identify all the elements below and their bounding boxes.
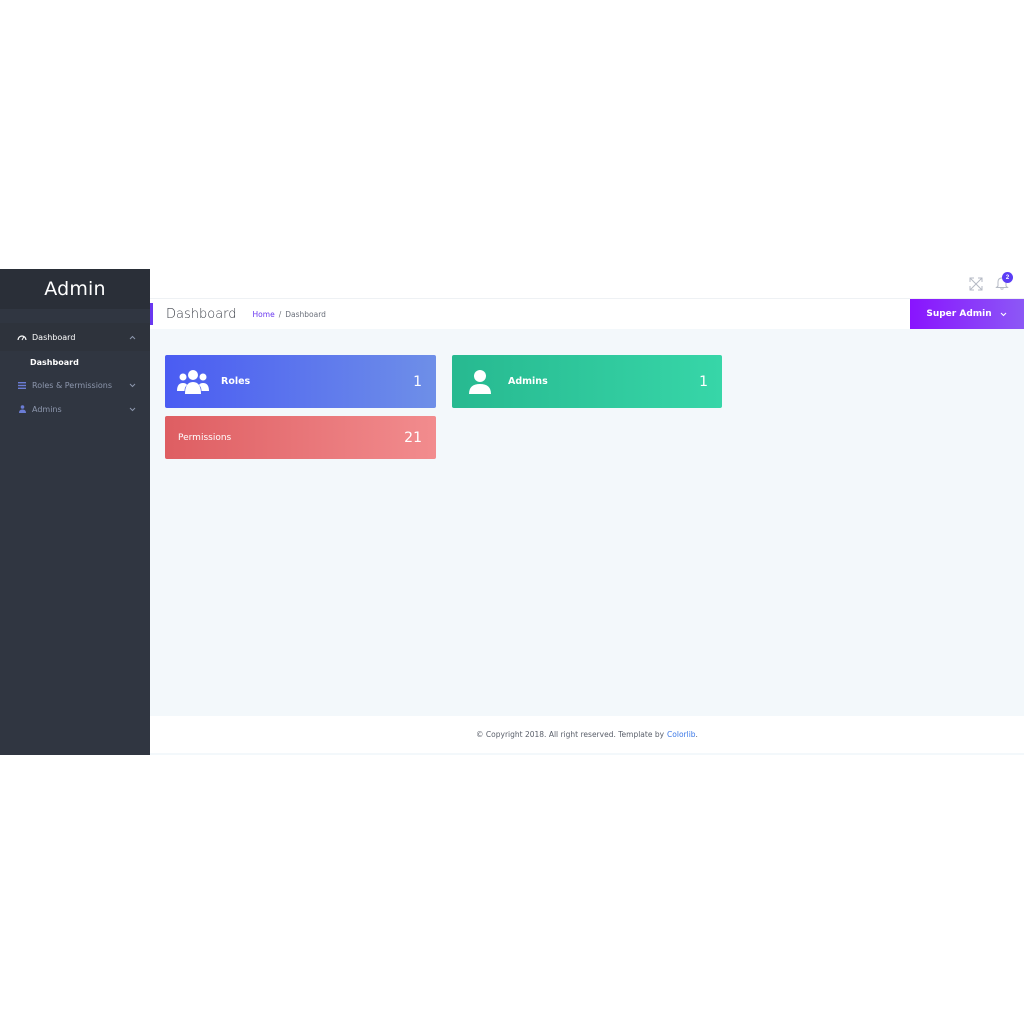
- admins-label: Admins: [508, 376, 548, 387]
- sidebar-item-roles-permissions[interactable]: Roles & Permissions: [0, 373, 150, 397]
- brand-text: Admin: [44, 278, 106, 300]
- footer-suffix: .: [695, 730, 698, 739]
- roles-card[interactable]: Roles 1: [165, 355, 436, 408]
- user-icon: [17, 404, 27, 414]
- chevron-up-icon: [128, 333, 136, 341]
- breadcrumb-home-link[interactable]: Home: [253, 310, 275, 319]
- users-icon: [177, 366, 209, 398]
- chevron-down-icon: [128, 405, 136, 413]
- sidebar: Admin Dashboard Dashboard Roles & Permis…: [0, 269, 150, 755]
- permissions-label: Permissions: [178, 432, 232, 443]
- submenu-item-label: Dashboard: [30, 357, 79, 367]
- brand-logo[interactable]: Admin: [0, 269, 150, 309]
- page-title: Dashboard: [166, 306, 237, 322]
- admins-card[interactable]: Admins 1: [452, 355, 722, 408]
- user-icon: [464, 366, 496, 398]
- page-footer: © Copyright 2018. All right reserved. Te…: [150, 716, 1024, 753]
- page-title-bar: Dashboard Home / Dashboard Super Admin: [150, 299, 1024, 329]
- breadcrumb: Home / Dashboard: [253, 310, 326, 319]
- sidebar-item-label: Dashboard: [32, 332, 76, 342]
- chevron-down-icon: [128, 381, 136, 389]
- permissions-count: 21: [404, 429, 422, 446]
- notification-badge: 2: [1002, 272, 1013, 283]
- user-name: Super Admin: [926, 309, 992, 319]
- title-accent-bar: [150, 303, 153, 325]
- breadcrumb-separator: /: [278, 309, 282, 319]
- sidebar-item-label: Admins: [32, 404, 62, 414]
- chevron-down-icon: [1000, 310, 1008, 318]
- permissions-card[interactable]: Permissions 21: [165, 416, 436, 459]
- sidebar-item-admins[interactable]: Admins: [0, 397, 150, 421]
- breadcrumb-current: Dashboard: [285, 309, 326, 319]
- roles-count: 1: [413, 373, 422, 390]
- admins-count: 1: [699, 373, 708, 390]
- fullscreen-icon[interactable]: [968, 276, 984, 292]
- footer-copyright: © Copyright 2018. All right reserved. Te…: [476, 730, 665, 739]
- footer-colorlib-link[interactable]: Colorlib: [667, 730, 696, 739]
- sidebar-menu: Dashboard Dashboard Roles & Permissions: [0, 323, 150, 421]
- sidebar-item-label: Roles & Permissions: [32, 380, 113, 390]
- submenu-item-dashboard[interactable]: Dashboard: [0, 351, 150, 373]
- roles-label: Roles: [221, 376, 251, 387]
- user-menu-button[interactable]: Super Admin: [910, 299, 1024, 329]
- tasks-icon: [17, 380, 27, 390]
- sidebar-item-dashboard[interactable]: Dashboard: [0, 323, 150, 351]
- top-header: 2: [150, 269, 1024, 299]
- app-frame: Admin Dashboard Dashboard Roles & Permis…: [0, 269, 1024, 755]
- dashboard-icon: [17, 332, 27, 342]
